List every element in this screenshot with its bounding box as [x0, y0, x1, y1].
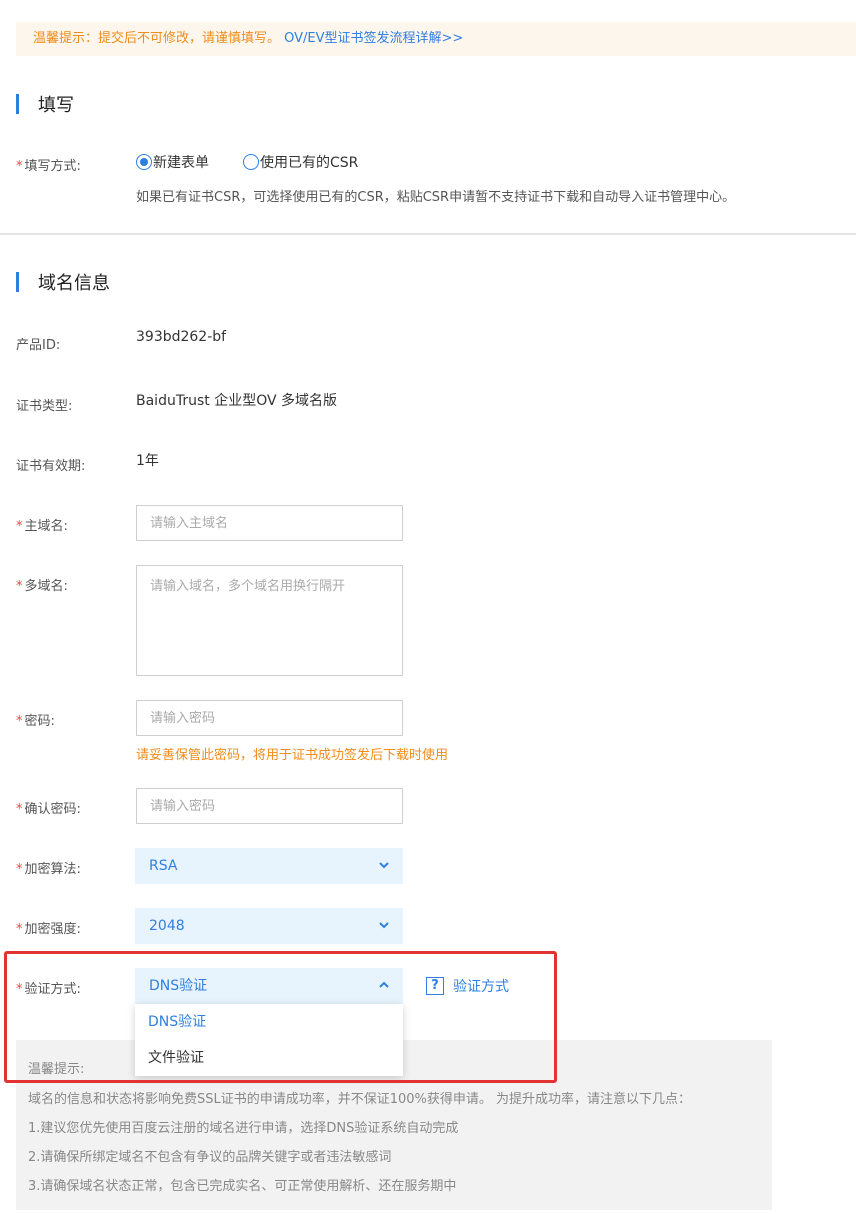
required-mark: *: [16, 862, 23, 877]
question-icon: ?: [426, 977, 444, 995]
required-mark: *: [16, 802, 23, 817]
radio-existing-csr[interactable]: 使用已有的CSR: [243, 152, 358, 172]
cert-type-label: 证书类型:: [16, 399, 73, 414]
dropdown-option-file[interactable]: 文件验证: [135, 1040, 403, 1076]
required-mark: *: [16, 982, 23, 997]
confirm-password-label: * 确认密码:: [16, 802, 81, 817]
strength-value: 2048: [149, 918, 185, 934]
section-title-fill: 填写: [16, 91, 74, 117]
required-mark: *: [16, 579, 23, 594]
product-id-label: 产品ID:: [16, 338, 61, 353]
section-bar: [16, 94, 19, 114]
verify-method-value: DNS验证: [149, 978, 208, 994]
multi-domain-label: * 多域名:: [16, 579, 68, 594]
notice-text: 温馨提示：提交后不可修改，请谨慎填写。: [33, 31, 281, 46]
section-title-domain: 域名信息: [16, 269, 110, 295]
password-input[interactable]: [136, 700, 403, 736]
strength-label: * 加密强度:: [16, 922, 81, 937]
main-domain-label: * 主域名:: [16, 519, 68, 534]
required-mark: *: [16, 159, 23, 174]
notice-bar: 温馨提示：提交后不可修改，请谨慎填写。 OV/EV型证书签发流程详解>>: [16, 22, 856, 56]
fill-method-radio-group: 新建表单 使用已有的CSR: [136, 152, 392, 172]
section-title-text: 域名信息: [38, 273, 110, 294]
password-label: * 密码:: [16, 714, 55, 729]
algorithm-select[interactable]: RSA: [135, 848, 403, 884]
tips-line: 3.请确保域名状态正常，包含已完成实名、可正常使用解析、还在服务期中: [28, 1179, 457, 1194]
chevron-down-icon: [379, 862, 389, 869]
product-id-value: 393bd262-bf: [136, 329, 227, 345]
required-mark: *: [16, 714, 23, 729]
algorithm-label: * 加密算法:: [16, 862, 81, 877]
main-domain-input[interactable]: [136, 505, 403, 541]
fill-method-label: * 填写方式:: [16, 159, 81, 174]
tips-line: 域名的信息和状态将影响免费SSL证书的申请成功率，并不保证100%获得申请。 为…: [28, 1092, 692, 1107]
confirm-password-input[interactable]: [136, 788, 403, 824]
required-mark: *: [16, 519, 23, 534]
chevron-down-icon: [379, 922, 389, 929]
required-mark: *: [16, 922, 23, 937]
strength-select[interactable]: 2048: [135, 908, 403, 944]
tips-line: 1.建议您优先使用百度云注册的域名进行申请，选择DNS验证系统自动完成: [28, 1121, 459, 1136]
radio-unchecked-icon[interactable]: [243, 154, 259, 170]
dropdown-option-dns[interactable]: DNS验证: [135, 1004, 403, 1040]
tips-line: 2.请确保所绑定域名不包含有争议的品牌关键字或者违法敏感词: [28, 1150, 392, 1165]
verify-method-label: * 验证方式:: [16, 982, 81, 997]
section-bar: [16, 272, 19, 292]
validity-value: 1年: [136, 453, 159, 469]
verify-method-select[interactable]: DNS验证: [135, 968, 403, 1004]
verify-method-help-link[interactable]: ? 验证方式: [426, 976, 509, 996]
section-title-text: 填写: [38, 95, 74, 116]
tips-title: 温馨提示:: [28, 1062, 85, 1077]
fill-method-hint: 如果已有证书CSR，可选择使用已有的CSR，粘贴CSR申请暂不支持证书下载和自动…: [136, 190, 736, 205]
verify-method-dropdown: DNS验证 文件验证: [135, 1004, 403, 1076]
algorithm-value: RSA: [149, 858, 178, 874]
cert-type-value: BaiduTrust 企业型OV 多域名版: [136, 393, 337, 409]
password-warning: 请妥善保管此密码，将用于证书成功签发后下载时使用: [136, 748, 449, 763]
multi-domain-textarea[interactable]: [136, 565, 403, 676]
chevron-up-icon: [379, 981, 389, 988]
process-guide-link[interactable]: OV/EV型证书签发流程详解>>: [284, 31, 463, 46]
validity-label: 证书有效期:: [16, 459, 86, 474]
radio-checked-icon[interactable]: [136, 154, 152, 170]
section-divider: [0, 233, 856, 235]
radio-new-form[interactable]: 新建表单: [136, 152, 209, 172]
